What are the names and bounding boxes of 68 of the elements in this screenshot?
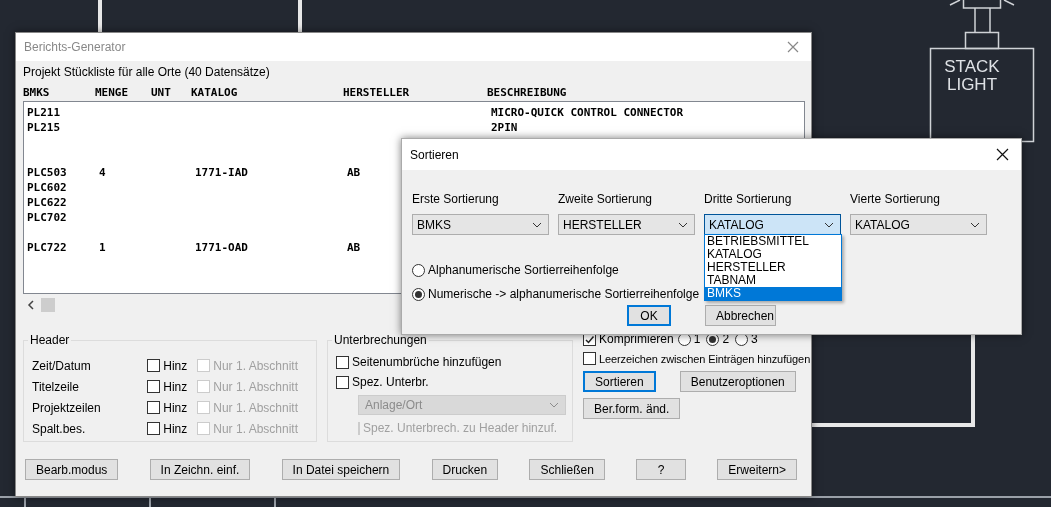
option-label: Spalt.bes. [32,421,87,436]
column-header: BMKS [23,85,51,99]
chevron-down-icon [549,402,559,408]
list-cell-text: PL215 [27,120,62,135]
list-cell-text: AB [347,165,362,180]
option-button[interactable]: Sortieren [583,371,656,392]
window-title: Berichts-Generator [24,40,126,54]
option-button[interactable]: Benutzeroptionen [679,371,796,392]
checkbox[interactable]: Seitenumbrüche hinzufügen [336,355,554,369]
list-cell-text: PLC622 [27,195,68,210]
chevron-down-icon [970,221,980,228]
scroll-thumb[interactable] [41,297,55,312]
sort-select[interactable]: KATALOG [704,214,841,235]
chevron-down-icon [678,221,688,228]
list-cell-text: 1 [99,240,107,255]
list-cell-text: PL211 [27,105,62,120]
dialog-button[interactable]: In Datei speichern [281,459,401,480]
list-cell-text: 2PIN [491,120,519,135]
list-cell-text: PLC702 [27,210,68,225]
option-label: Titelzeile [32,379,80,394]
dialog-button[interactable]: Drucken [431,459,499,480]
option-label: Projektzeilen [32,400,102,415]
checkbox[interactable]: Hinz [147,358,188,373]
column-header: UNT [151,85,172,99]
list-cell-text: 1771-IAD [195,165,249,180]
column-header: HERSTELLER [343,85,411,99]
list-cell-text: 1771-OAD [195,240,249,255]
checkbox[interactable]: Hinz [147,379,188,394]
list-cell-text: PLC722 [27,240,68,255]
window-title: Sortieren [410,147,459,162]
checkmark-icon [584,333,595,345]
sort-select[interactable]: HERSTELLER [558,214,695,235]
checkbox[interactable]: Hinz [147,400,188,415]
list-cell-text: PLC602 [27,180,68,195]
list-cell-text: MICRO-QUICK CONTROL CONNECTOR [491,105,685,120]
dialog-button[interactable]: ? [636,459,687,480]
sort-select[interactable]: KATALOG [850,214,987,235]
group-title: Header [28,333,72,347]
column-header: KATALOG [191,85,239,99]
sort-label: Dritte Sortierung [704,192,793,206]
option-label: Zeit/Datum [32,358,92,373]
list-cell-text: 4 [99,165,107,180]
dialog-button[interactable]: Schließen [529,459,605,480]
sort-label: Erste Sortierung [412,192,500,206]
report-caption: Projekt Stückliste für alle Orte (40 Datensätze) [23,65,271,80]
chevron-down-icon [532,221,542,228]
checkbox[interactable]: Spez. Unterbr. [336,375,554,389]
sort-label: Zweite Sortierung [558,192,654,206]
dropdown-option[interactable]: BMKS [705,287,841,300]
dialog-button[interactable]: Bearb.modus [25,459,119,480]
stack-light-label: STACK LIGHT [943,58,1001,94]
close-icon[interactable] [996,148,1009,161]
scroll-left-icon[interactable] [27,299,35,310]
checkbox[interactable]: Leerzeichen zwischen Einträgen hinzufügen [583,352,811,365]
checkbox[interactable]: Hinz [147,421,188,436]
list-cell-text: PLC503 [27,165,68,180]
column-header: BESCHREIBUNG [487,85,568,99]
dialog-button[interactable]: Erweitern> [717,459,797,480]
cancel-button[interactable]: Abbrechen [705,305,776,326]
option-button[interactable]: Ber.form. änd. [583,398,681,419]
dialog-button[interactable]: In Zeichn. einf. [149,459,251,480]
list-cell-text: AB [347,240,362,255]
sort-select[interactable]: BMKS [412,214,549,235]
ok-button[interactable]: OK [627,305,671,326]
group-title: Unterbrechungen [332,333,429,347]
sort-label: Vierte Sortierung [850,192,941,206]
chevron-down-icon [824,221,834,228]
column-header: MENGE [95,85,130,99]
